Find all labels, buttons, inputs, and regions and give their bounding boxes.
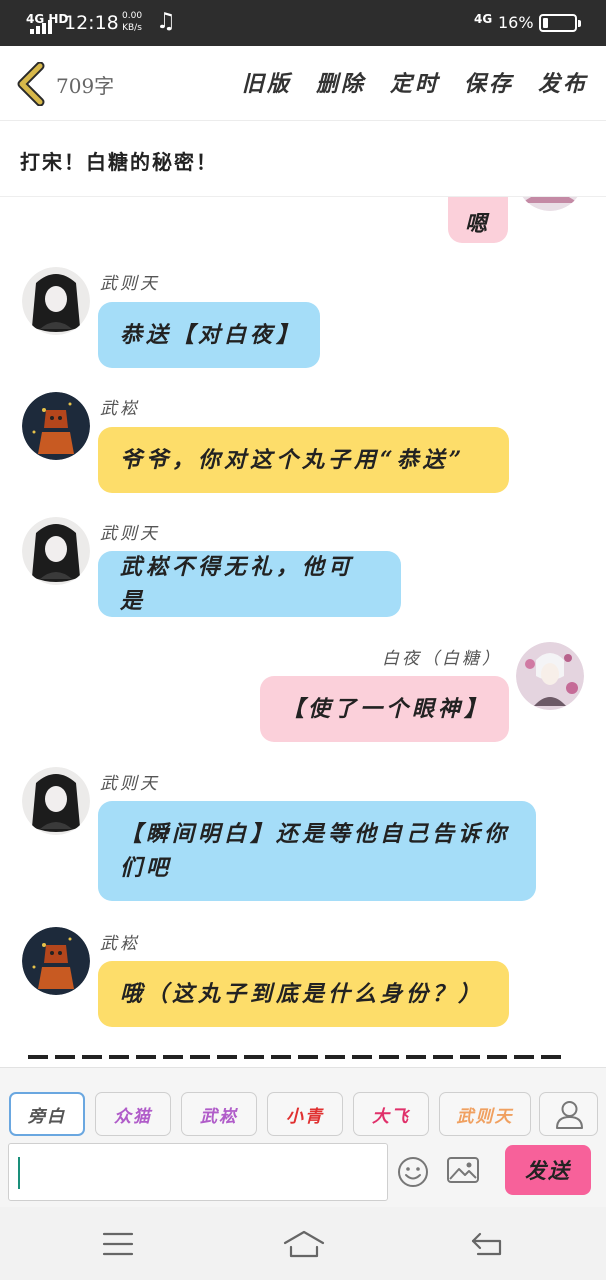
battery-icon <box>539 14 581 32</box>
schedule-button[interactable]: 定时 <box>390 66 440 98</box>
message-text: 【使了一个眼神】 <box>282 696 491 722</box>
delete-button[interactable]: 删除 <box>316 66 366 98</box>
character-button-dafei[interactable]: 大飞 <box>353 1092 429 1136</box>
message-text: 武崧不得无礼，他可是 <box>120 554 355 614</box>
speaker-name: 武崧 <box>100 934 140 954</box>
character-label: 武则天 <box>456 1106 514 1127</box>
send-button[interactable]: 发送 <box>505 1145 591 1195</box>
header-actions: 旧版 删除 定时 保存 发布 <box>218 66 588 98</box>
network-speed-unit: KB/s <box>122 23 142 33</box>
back-button[interactable] <box>14 61 50 107</box>
user-icon <box>556 1101 583 1129</box>
add-character-button[interactable] <box>539 1092 598 1136</box>
character-label: 小青 <box>286 1106 324 1127</box>
character-button-crowd[interactable]: 众猫 <box>95 1092 171 1136</box>
message-text: 爷爷，你对这个丸子用“恭送” <box>120 447 466 473</box>
home-icon <box>283 1230 325 1258</box>
speaker-name: 白夜（白糖） <box>382 649 502 669</box>
avatar-wuzetian[interactable] <box>22 767 90 835</box>
speaker-name: 武则天 <box>100 524 160 544</box>
message-text: 恭送【对白夜】 <box>120 322 303 348</box>
emoji-icon <box>398 1157 428 1187</box>
character-button-wuzetian[interactable]: 武则天 <box>439 1092 531 1136</box>
menu-icon <box>102 1232 134 1256</box>
avatar-wuzetian[interactable] <box>22 267 90 335</box>
character-label: 大飞 <box>372 1106 410 1127</box>
menu-button[interactable] <box>102 1231 134 1261</box>
message-bubble[interactable]: 哦（这丸子到底是什么身份？） <box>98 961 509 1027</box>
message-bubble[interactable]: 爷爷，你对这个丸子用“恭送” <box>98 427 509 493</box>
word-count: 709字 <box>56 74 115 98</box>
publish-button[interactable]: 发布 <box>538 66 588 98</box>
message-bubble[interactable]: 武崧不得无礼，他可是 <box>98 551 401 617</box>
avatar-wusong[interactable] <box>22 392 90 460</box>
home-button[interactable] <box>283 1229 325 1263</box>
message-bubble[interactable]: 恭送【对白夜】 <box>98 302 320 368</box>
back-chevron-icon <box>17 61 45 107</box>
message-bubble[interactable]: 【瞬间明白】还是等他自己告诉你们吧 <box>98 801 536 901</box>
old-version-button[interactable]: 旧版 <box>242 66 292 98</box>
save-button[interactable]: 保存 <box>464 66 514 98</box>
story-title[interactable]: 打宋！白糖的秘密！ <box>20 146 218 175</box>
composer-bar: 旁白 众猫 武崧 小青 大飞 武则天 发送 <box>0 1067 606 1207</box>
image-button[interactable] <box>446 1156 480 1186</box>
battery-fill <box>543 18 548 28</box>
story-title-bar: 打宋！白糖的秘密！ <box>0 121 606 197</box>
signal-bars-icon <box>30 20 54 34</box>
chat-area[interactable]: 嗯 武则天 恭送【对白夜】 武崧 爷爷，你对这个丸子用“恭送” 武则天 武崧不得… <box>0 197 606 1067</box>
message-bubble[interactable]: 【使了一个眼神】 <box>260 676 509 742</box>
message-text: 哦（这丸子到底是什么身份？） <box>120 981 485 1007</box>
character-button-xiaoqing[interactable]: 小青 <box>267 1092 343 1136</box>
text-caret <box>18 1157 20 1189</box>
status-bar: 4G HD 12:18 0.00 KB/s ♫ 4G 16% <box>0 0 606 46</box>
character-label: 众猫 <box>114 1106 152 1127</box>
network-type: 4G <box>474 12 493 26</box>
message-text: 嗯 <box>464 211 491 237</box>
speaker-name: 武则天 <box>100 274 160 294</box>
app-header: 709字 旧版 删除 定时 保存 发布 <box>0 46 606 121</box>
message-input[interactable] <box>8 1143 388 1201</box>
avatar-baiye[interactable] <box>516 642 584 710</box>
clock: 12:18 <box>64 12 119 34</box>
speaker-name: 武崧 <box>100 399 140 419</box>
network-speed: 0.00 KB/s <box>122 10 142 34</box>
divider-dashes <box>28 1055 563 1059</box>
network-speed-value: 0.00 <box>122 11 143 21</box>
character-label: 武崧 <box>200 1106 238 1127</box>
character-label: 旁白 <box>28 1106 66 1127</box>
avatar-baiye[interactable] <box>516 197 584 211</box>
emoji-button[interactable] <box>396 1155 430 1189</box>
character-button-wusong[interactable]: 武崧 <box>181 1092 257 1136</box>
back-icon <box>471 1232 502 1256</box>
avatar-wusong[interactable] <box>22 927 90 995</box>
back-nav-button[interactable] <box>470 1231 504 1261</box>
music-note-icon: ♫ <box>156 9 176 34</box>
character-button-narrator[interactable]: 旁白 <box>9 1092 85 1136</box>
speaker-name: 武则天 <box>100 774 160 794</box>
message-text: 【瞬间明白】还是等他自己告诉你们吧 <box>120 821 511 881</box>
image-icon <box>447 1157 479 1183</box>
message-bubble[interactable]: 嗯 <box>448 197 508 243</box>
system-nav-bar <box>0 1207 606 1280</box>
avatar-wuzetian[interactable] <box>22 517 90 585</box>
battery-percent: 16% <box>498 13 534 32</box>
